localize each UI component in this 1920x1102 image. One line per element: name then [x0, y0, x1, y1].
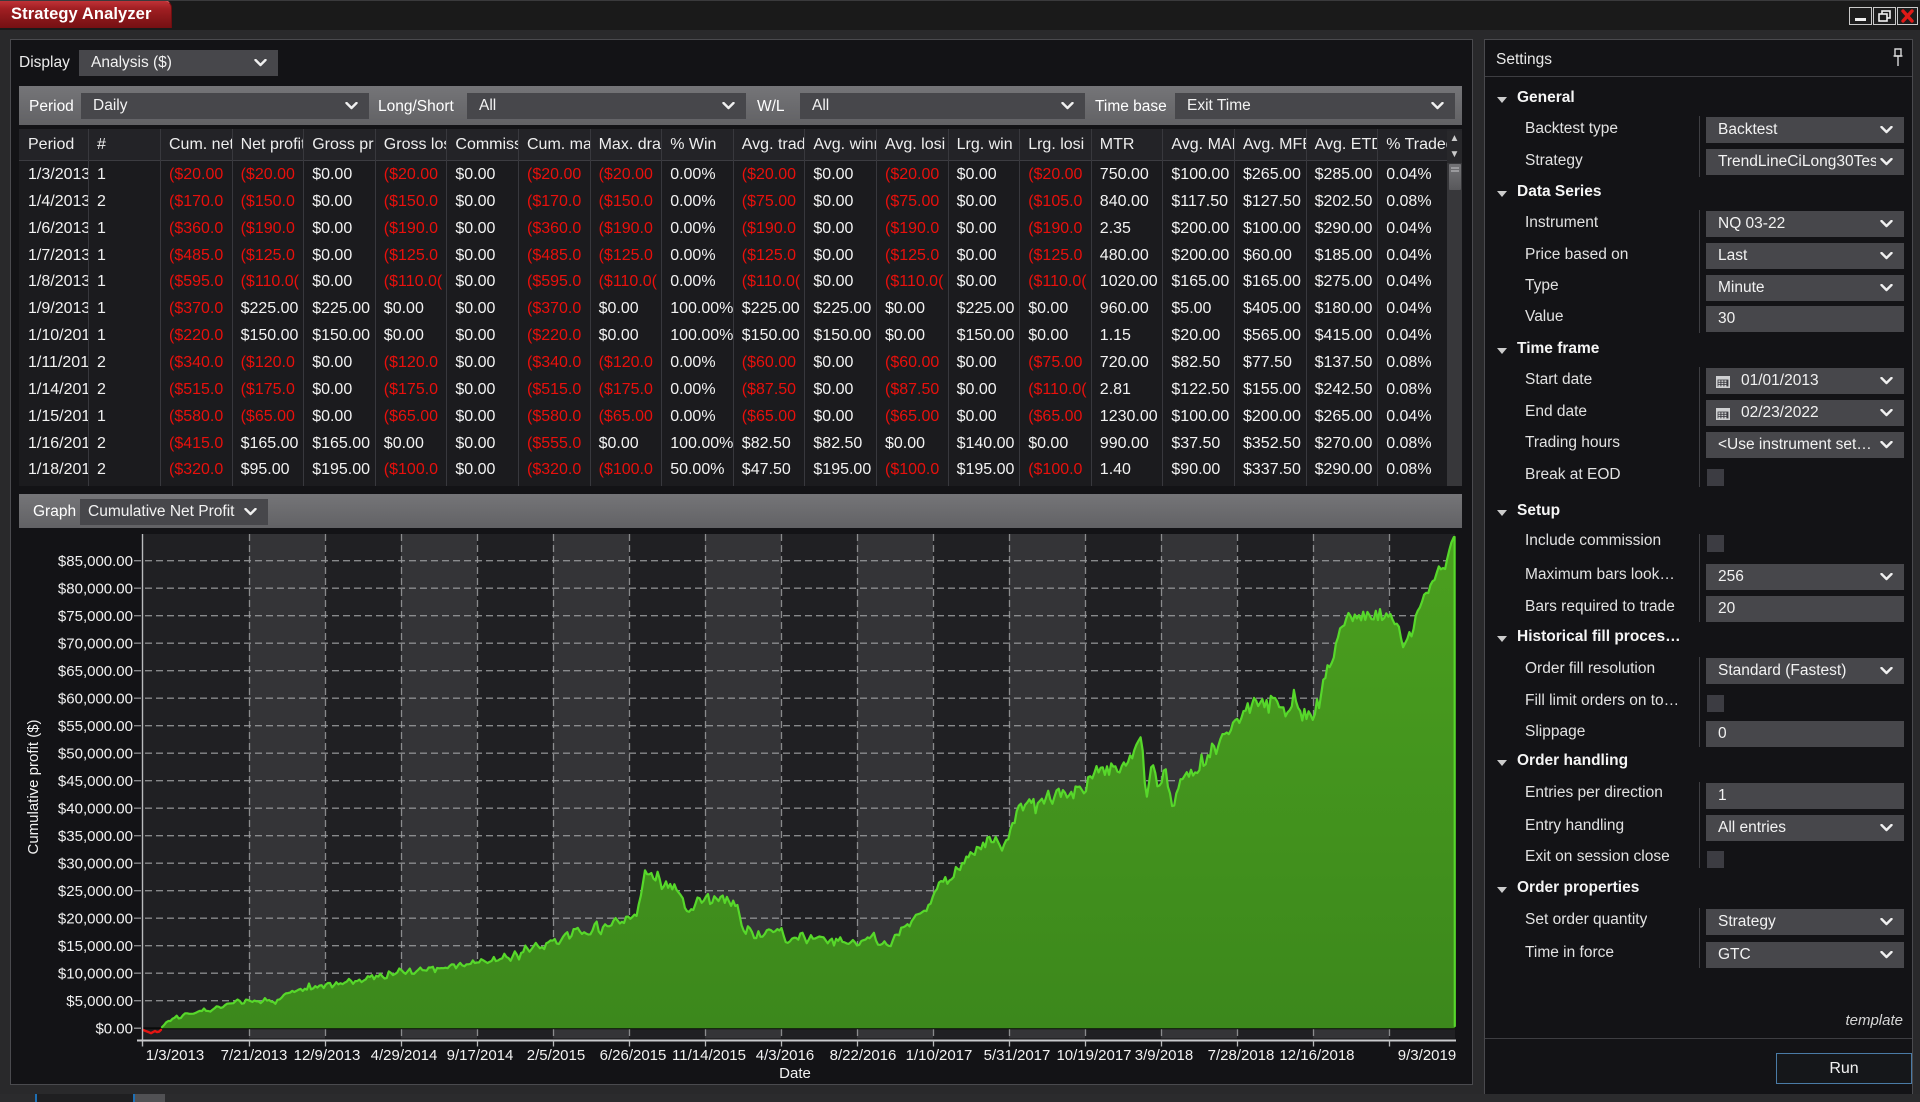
svg-text:12/9/2013: 12/9/2013	[294, 1047, 361, 1064]
svg-text:9/3/2019: 9/3/2019	[1398, 1047, 1456, 1064]
svg-text:11/14/2015: 11/14/2015	[672, 1047, 746, 1064]
svg-text:$40,000.00: $40,000.00	[58, 800, 133, 817]
svg-text:3/9/2018: 3/9/2018	[1135, 1047, 1193, 1064]
svg-text:$0.00: $0.00	[95, 1020, 133, 1037]
svg-text:1/3/2013: 1/3/2013	[146, 1047, 204, 1064]
svg-text:1/10/2017: 1/10/2017	[906, 1047, 973, 1064]
svg-text:$30,000.00: $30,000.00	[58, 855, 133, 872]
svg-text:$5,000.00: $5,000.00	[66, 993, 133, 1010]
svg-text:7/21/2013: 7/21/2013	[221, 1047, 288, 1064]
svg-text:$50,000.00: $50,000.00	[58, 745, 133, 762]
svg-text:$25,000.00: $25,000.00	[58, 883, 133, 900]
svg-text:4/29/2014: 4/29/2014	[371, 1047, 438, 1064]
svg-text:Cumulative profit ($): Cumulative profit ($)	[25, 719, 42, 854]
svg-text:$65,000.00: $65,000.00	[58, 663, 133, 680]
svg-text:5/31/2017: 5/31/2017	[984, 1047, 1051, 1064]
svg-text:$70,000.00: $70,000.00	[58, 635, 133, 652]
svg-text:$35,000.00: $35,000.00	[58, 828, 133, 845]
svg-text:2/5/2015: 2/5/2015	[527, 1047, 585, 1064]
svg-text:10/19/2017: 10/19/2017	[1056, 1047, 1131, 1064]
svg-text:$10,000.00: $10,000.00	[58, 965, 133, 982]
svg-text:$45,000.00: $45,000.00	[58, 773, 133, 790]
svg-text:$20,000.00: $20,000.00	[58, 910, 133, 927]
svg-text:$15,000.00: $15,000.00	[58, 938, 133, 955]
svg-text:$85,000.00: $85,000.00	[58, 553, 133, 570]
svg-text:$60,000.00: $60,000.00	[58, 690, 133, 707]
svg-text:$55,000.00: $55,000.00	[58, 718, 133, 735]
svg-text:8/22/2016: 8/22/2016	[830, 1047, 897, 1064]
svg-text:6/26/2015: 6/26/2015	[600, 1047, 667, 1064]
svg-text:4/3/2016: 4/3/2016	[756, 1047, 814, 1064]
svg-text:Date: Date	[779, 1065, 811, 1082]
svg-text:$80,000.00: $80,000.00	[58, 580, 133, 597]
svg-text:9/17/2014: 9/17/2014	[447, 1047, 514, 1064]
svg-text:7/28/2018: 7/28/2018	[1208, 1047, 1275, 1064]
svg-text:$75,000.00: $75,000.00	[58, 608, 133, 625]
svg-text:12/16/2018: 12/16/2018	[1279, 1047, 1354, 1064]
